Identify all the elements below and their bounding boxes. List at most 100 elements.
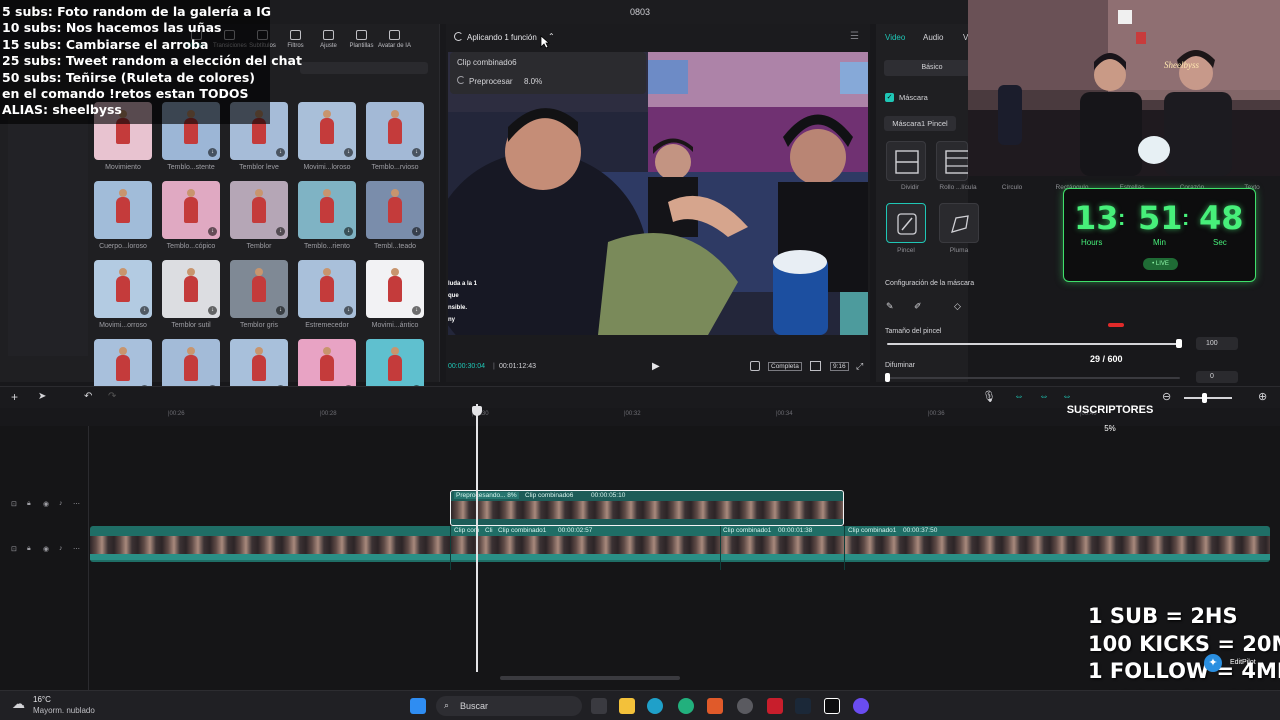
download-icon[interactable]: ↓ xyxy=(276,227,285,236)
brush-add-icon[interactable]: ✎ xyxy=(886,301,898,313)
track-toggle-icon[interactable]: ⊡ xyxy=(11,545,17,553)
mask-checkbox[interactable]: ✓ xyxy=(885,93,894,102)
quality-select[interactable]: Completa xyxy=(768,362,802,371)
eye-icon[interactable]: ◉ xyxy=(43,545,49,553)
weather-temp[interactable]: 16°C xyxy=(33,695,51,704)
tab-filtros[interactable]: Filtros xyxy=(279,26,312,54)
tab-video[interactable]: Video xyxy=(885,33,905,42)
zoom-out-icon[interactable]: ⊖ xyxy=(1162,390,1171,403)
effect-item[interactable]: ↓ Temblo...riento xyxy=(298,181,356,250)
blur-input[interactable]: 0 xyxy=(1196,371,1238,383)
playhead-handle[interactable] xyxy=(472,406,482,416)
tab-ajuste[interactable]: Ajuste xyxy=(312,26,345,54)
processing-status[interactable]: Aplicando 1 función xyxy=(467,33,537,42)
effect-thumbnail[interactable]: ↓ xyxy=(162,260,220,318)
timeline-scrollbar[interactable] xyxy=(500,676,680,680)
more-icon[interactable]: ⋯ xyxy=(73,500,80,508)
effect-thumbnail[interactable]: ↓ xyxy=(298,260,356,318)
mask-film-button[interactable] xyxy=(936,141,970,181)
editpilot-icon[interactable]: ✦ xyxy=(1204,654,1222,672)
mask-chip[interactable]: Máscara1 Pincel xyxy=(884,116,956,131)
eye-icon[interactable]: ◉ xyxy=(43,500,49,508)
task-view-icon[interactable] xyxy=(591,698,607,714)
more-icon[interactable]: ⋯ xyxy=(73,545,80,553)
app-icon[interactable] xyxy=(767,698,783,714)
brush-erase-icon[interactable]: ✐ xyxy=(914,301,926,313)
menu-icon[interactable]: ☰ xyxy=(850,31,859,42)
effect-item[interactable]: ↓ Temblo...rvioso xyxy=(366,102,424,171)
microphone-icon[interactable]: 🎙 xyxy=(982,390,996,403)
download-icon[interactable]: ↓ xyxy=(208,148,217,157)
download-icon[interactable]: ↓ xyxy=(140,306,149,315)
audio-icon[interactable]: ♪ xyxy=(59,545,63,552)
effect-item[interactable]: ↓ Tembl...teado xyxy=(366,181,424,250)
effect-item[interactable]: ↓ Estremecedor xyxy=(298,260,356,329)
clip-label[interactable]: Clip combinado1 xyxy=(498,527,546,534)
tab-avatar-de-ia[interactable]: Avatar de IA xyxy=(378,26,411,54)
effect-item[interactable]: ↓ Movimi...loroso xyxy=(298,102,356,171)
download-icon[interactable]: ↓ xyxy=(344,306,353,315)
effect-thumbnail[interactable]: ↓ xyxy=(230,260,288,318)
download-icon[interactable]: ↓ xyxy=(344,148,353,157)
effects-search[interactable] xyxy=(300,62,428,74)
selected-clip[interactable]: Preprocesando... 8% Clip combinado6 00:0… xyxy=(450,490,844,526)
effect-thumbnail[interactable] xyxy=(94,181,152,239)
effect-item[interactable]: ↓ Temblor xyxy=(230,181,288,250)
download-icon[interactable]: ↓ xyxy=(344,227,353,236)
lock-icon[interactable]: 🔒︎ xyxy=(27,500,31,508)
taskbar-search[interactable]: ⌕ Buscar xyxy=(436,696,582,716)
pen-tool-button[interactable] xyxy=(939,203,979,243)
effect-item[interactable]: Cuerpo...loroso xyxy=(94,181,152,250)
effect-thumbnail[interactable]: ↓ xyxy=(162,181,220,239)
fullscreen-icon[interactable]: ⤢ xyxy=(856,361,863,372)
eraser-icon[interactable]: ◇ xyxy=(954,301,966,313)
download-icon[interactable]: ↓ xyxy=(412,306,421,315)
link-icon[interactable]: ⇔ xyxy=(1014,391,1024,402)
effect-thumbnail[interactable]: ↓ xyxy=(94,260,152,318)
track-toggle-icon[interactable]: ⊡ xyxy=(11,500,17,508)
snapshot-icon[interactable] xyxy=(750,361,760,371)
download-icon[interactable]: ↓ xyxy=(412,148,421,157)
blur-handle[interactable] xyxy=(885,373,890,382)
effect-thumbnail[interactable]: ↓ xyxy=(366,102,424,160)
effect-thumbnail[interactable]: ↓ xyxy=(298,181,356,239)
add-icon[interactable]: + xyxy=(11,390,18,404)
zoom-in-icon[interactable]: ⊕ xyxy=(1258,390,1267,403)
effect-item[interactable]: ↓ Temblor sutil xyxy=(162,260,220,329)
basic-button[interactable]: Básico xyxy=(884,60,980,76)
zoom-slider[interactable] xyxy=(1184,397,1232,399)
play-icon[interactable]: ▶ xyxy=(652,361,660,372)
edge-icon[interactable] xyxy=(647,698,663,714)
effect-thumbnail[interactable]: ↓ xyxy=(298,102,356,160)
clip-label[interactable]: Clip combinado1 xyxy=(723,527,771,534)
audio-icon[interactable]: ♪ xyxy=(59,500,63,507)
ratio-select[interactable]: 9:16 xyxy=(830,362,849,371)
download-icon[interactable]: ↓ xyxy=(276,306,285,315)
download-icon[interactable]: ↓ xyxy=(276,148,285,157)
brave-icon[interactable] xyxy=(707,698,723,714)
effect-thumbnail[interactable]: ↓ xyxy=(366,181,424,239)
download-icon[interactable]: ↓ xyxy=(208,227,217,236)
tab-plantillas[interactable]: Plantillas xyxy=(345,26,378,54)
brush-size-input[interactable]: 100 xyxy=(1196,337,1238,350)
undo-icon[interactable]: ↶ xyxy=(84,391,92,402)
steam-icon[interactable] xyxy=(795,698,811,714)
zoom-icon[interactable] xyxy=(810,361,821,371)
redo-icon[interactable]: ↷ xyxy=(108,391,116,402)
windows-start-icon[interactable] xyxy=(410,698,426,714)
media-icon[interactable] xyxy=(853,698,869,714)
effect-item[interactable]: ↓ Temblo...cópico xyxy=(162,181,220,250)
magnet-icon[interactable]: ⇔ xyxy=(1039,391,1049,402)
blur-slider[interactable] xyxy=(887,377,1180,379)
select-tool-icon[interactable]: ➤ xyxy=(38,391,46,402)
download-icon[interactable]: ↓ xyxy=(208,306,217,315)
capcut-icon[interactable] xyxy=(824,698,840,714)
playhead[interactable] xyxy=(476,404,478,672)
weather-desc[interactable]: Mayorm. nublado xyxy=(33,706,95,715)
tab-audio[interactable]: Audio xyxy=(923,33,943,42)
brush-size-handle[interactable] xyxy=(1176,339,1182,348)
obs-icon[interactable] xyxy=(737,698,753,714)
effect-thumbnail[interactable]: ↓ xyxy=(230,181,288,239)
clip-label[interactable]: Cli xyxy=(485,527,493,534)
effect-item[interactable]: ↓ Movimi...ántico xyxy=(366,260,424,329)
